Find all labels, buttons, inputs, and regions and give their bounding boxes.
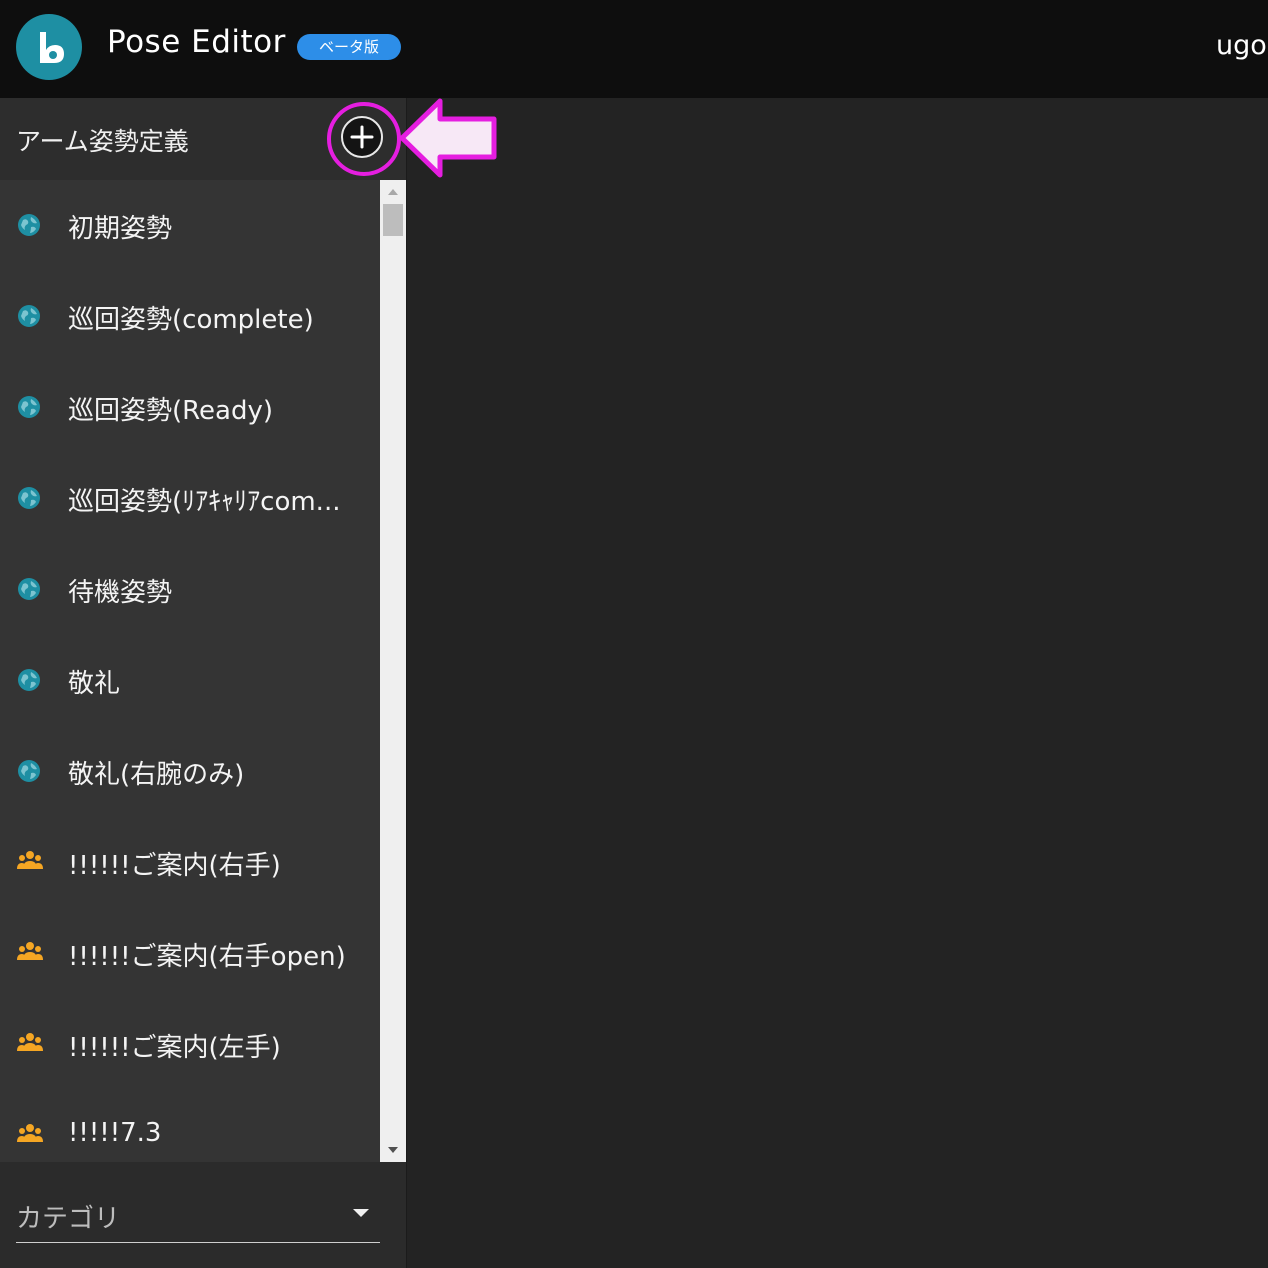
globe-icon (16, 667, 42, 693)
list-item-label: 巡回姿勢(Ready) (68, 396, 274, 426)
list-item-label: !!!!!!ご案内(右手open) (68, 942, 346, 972)
list-item[interactable]: 巡回姿勢(Ready) (0, 362, 380, 453)
list-item[interactable]: 敬礼 (0, 635, 380, 726)
pose-sidebar: アーム姿勢定義 初期姿勢巡回姿勢(complete) 巡回姿勢(Ready) 巡回姿… (0, 98, 407, 1268)
group-icon (16, 1031, 43, 1057)
list-item[interactable]: !!!!!7.3 (0, 1090, 380, 1162)
list-item-label: 巡回姿勢(ﾘｱｷｬﾘｱcom... (68, 487, 341, 517)
list-item-label: !!!!!!ご案内(左手) (68, 1033, 281, 1063)
globe-icon (16, 394, 42, 420)
scroll-down-icon[interactable] (387, 1146, 399, 1154)
list-item-label: !!!!!7.3 (68, 1118, 162, 1148)
scroll-thumb[interactable] (383, 204, 403, 236)
list-item[interactable]: 敬礼(右腕のみ) (0, 726, 380, 817)
user-name[interactable]: ugo (1216, 30, 1267, 61)
group-icon (16, 940, 43, 966)
globe-icon (16, 485, 42, 511)
chevron-down-icon (353, 1209, 369, 1217)
list-scrollbar[interactable] (380, 180, 406, 1162)
group-icon (16, 849, 43, 875)
list-item[interactable]: 巡回姿勢(complete) (0, 271, 380, 362)
globe-icon (16, 303, 42, 329)
list-item[interactable]: 待機姿勢 (0, 544, 380, 635)
pose-list: 初期姿勢巡回姿勢(complete) 巡回姿勢(Ready) 巡回姿勢(ﾘｱｷｬﾘｱ… (0, 180, 380, 1162)
list-item-label: 巡回姿勢(complete) (68, 305, 314, 335)
list-item-label: !!!!!!ご案内(右手) (68, 851, 281, 881)
group-icon (16, 1122, 43, 1148)
category-select[interactable]: カテゴリ (16, 1194, 380, 1243)
scroll-up-icon[interactable] (387, 188, 399, 196)
beta-badge: ベータ版 (297, 34, 401, 60)
list-item[interactable]: !!!!!!ご案内(左手) (0, 999, 380, 1090)
sidebar-title: アーム姿勢定義 (16, 127, 189, 156)
list-item-label: 待機姿勢 (68, 578, 173, 608)
list-item[interactable]: 初期姿勢 (0, 180, 380, 271)
list-item-label: 敬礼 (68, 669, 121, 699)
category-label: カテゴリ (16, 1204, 121, 1234)
globe-icon (16, 576, 42, 602)
arm-logo-icon (40, 32, 64, 63)
globe-icon (16, 758, 42, 784)
list-item[interactable]: 巡回姿勢(ﾘｱｷｬﾘｱcom... (0, 453, 380, 544)
app-title: Pose Editor (107, 24, 286, 60)
globe-icon (16, 212, 42, 238)
app-header: Pose Editor ベータ版 ugo (0, 0, 1268, 98)
plus-icon (350, 125, 374, 149)
list-item-label: 初期姿勢 (68, 214, 173, 244)
list-item[interactable]: !!!!!!ご案内(右手open) (0, 908, 380, 999)
list-item[interactable]: !!!!!!ご案内(右手) (0, 817, 380, 908)
sidebar-header: アーム姿勢定義 (0, 98, 406, 180)
list-item-label: 敬礼(右腕のみ) (68, 760, 245, 790)
pointer-arrow-icon (399, 98, 497, 178)
app-logo (16, 14, 82, 80)
add-pose-button[interactable] (341, 116, 383, 158)
